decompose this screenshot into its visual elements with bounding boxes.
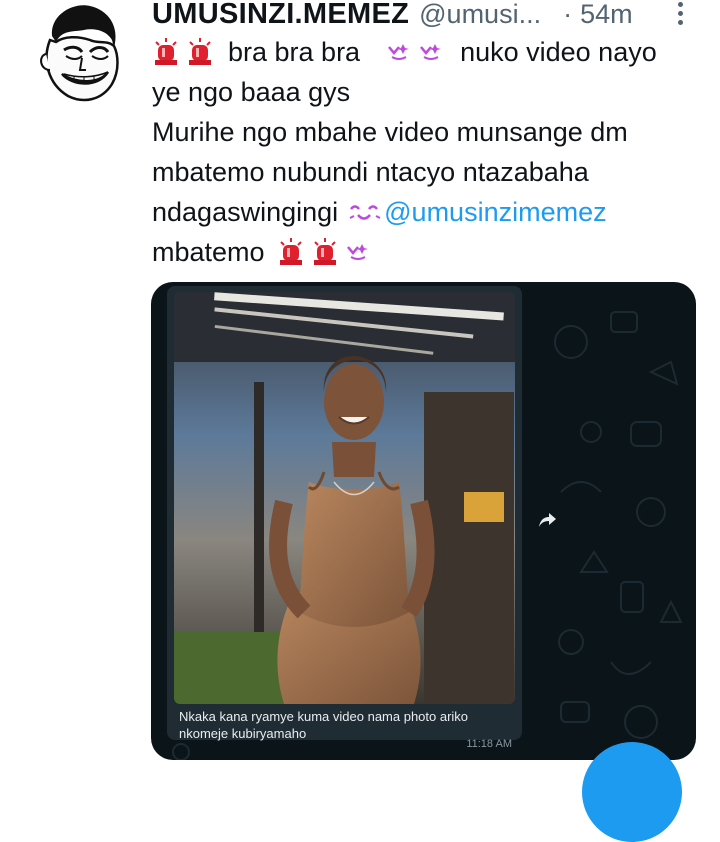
tweet-line-3: Murihe ngo mbahe video munsange dm [152,112,702,152]
tweet-media-image[interactable]: Nkaka kana ryamye kuma video nama photo … [151,282,696,760]
siren-icon [189,38,211,65]
chat-message-bubble: Nkaka kana ryamye kuma video nama photo … [167,286,522,750]
tweet-text-segment: ndagaswingingi [152,197,339,227]
user-handle[interactable]: @umusi... [419,0,541,30]
tweet-text-segment: ye ngo baaa gys [152,77,351,107]
siren-icon [313,238,336,265]
shared-photo [174,292,515,704]
more-options-icon[interactable] [672,0,688,28]
tweet-header: UMUSINZI.MEMEZ @umusi... · 54m [152,0,633,34]
sparkling-eyes-icon [346,244,368,260]
sparkling-eyes-icon [420,44,442,60]
tweet-text-segment: nuko video nayo [460,37,657,67]
kissing-face-icon [349,205,381,220]
tweet-text-segment: mbatemo [152,237,265,267]
tweet-line-2: ye ngo baaa gys [152,72,702,112]
siren-icon [279,238,302,265]
mention-link[interactable]: @umusinzimemez [384,192,606,232]
separator-dot: · [563,0,573,29]
message-time: 11:18 AM [466,738,512,750]
tweet-text-segment: bra bra bra [228,37,361,67]
tweet-line-1: bra bra bra nuko video nayo [152,32,702,72]
compose-tweet-button[interactable] [582,742,682,842]
tweet-line-6: mbatemo [152,232,702,272]
siren-icon [155,38,177,65]
display-name[interactable]: UMUSINZI.MEMEZ [152,0,409,31]
avatar[interactable] [28,0,132,104]
chat-caption: Nkaka kana ryamye kuma video nama photo … [179,709,469,741]
tweet-line-4: mbatemo nubundi ntacyo ntazabaha [152,152,702,192]
forward-icon[interactable] [537,508,559,530]
sparkling-eyes-icon [388,44,410,60]
tweet-text-segment: mbatemo nubundi ntacyo ntazabaha [152,157,589,187]
tweet-text-segment: Murihe ngo mbahe video munsange dm [152,117,628,147]
tweet-text: bra bra bra nuko video nayo ye ngo baaa … [152,32,702,272]
tweet-line-5: ndagaswingingi @umusinzimemez [152,192,702,232]
tweet-timestamp[interactable]: 54m [580,0,633,30]
